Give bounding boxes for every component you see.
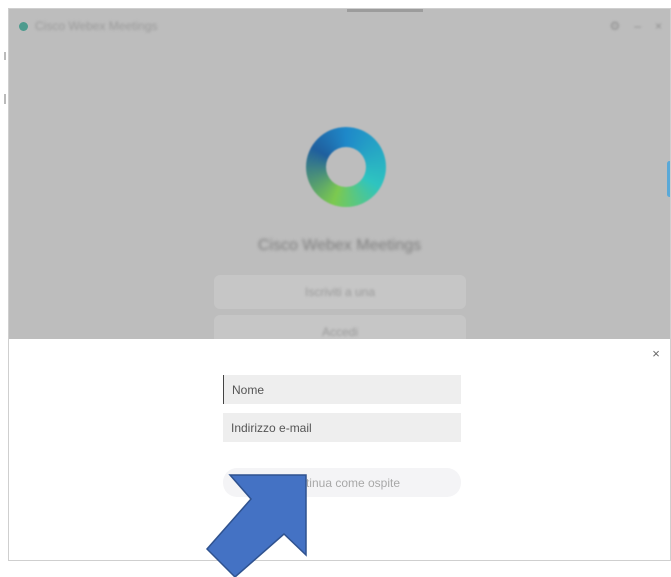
arrow-shape [205,474,307,577]
window-controls: ⚙ – × [610,19,662,33]
settings-icon[interactable]: ⚙ [610,19,621,33]
name-field[interactable] [223,375,461,404]
close-dialog-icon[interactable]: × [649,347,663,361]
background-join-button: Iscriviti a una [214,275,466,309]
top-notch [347,9,423,12]
edge-tab [667,161,670,197]
edge-mark [4,94,6,104]
minimize-icon[interactable]: – [634,19,641,33]
title-bar: Cisco Webex Meetings ⚙ – × [9,9,670,43]
product-name: Cisco Webex Meetings [257,237,422,254]
webex-small-icon [19,22,28,31]
app-window: Cisco Webex Meetings ⚙ – × Cisco Webex M… [8,8,671,561]
background-signin-label: Accedi [321,325,359,339]
pointer-arrow-icon [205,474,307,577]
background-join-label: Iscriviti a una [304,285,376,299]
window-title: Cisco Webex Meetings [35,19,158,33]
close-window-icon[interactable]: × [655,19,662,33]
background-signin-button: Accedi [214,315,466,339]
email-field[interactable] [223,413,461,442]
dimmed-background: Cisco Webex Meetings ⚙ – × Cisco Webex M… [9,9,670,339]
edge-mark [4,52,6,60]
webex-logo-icon [306,127,386,207]
